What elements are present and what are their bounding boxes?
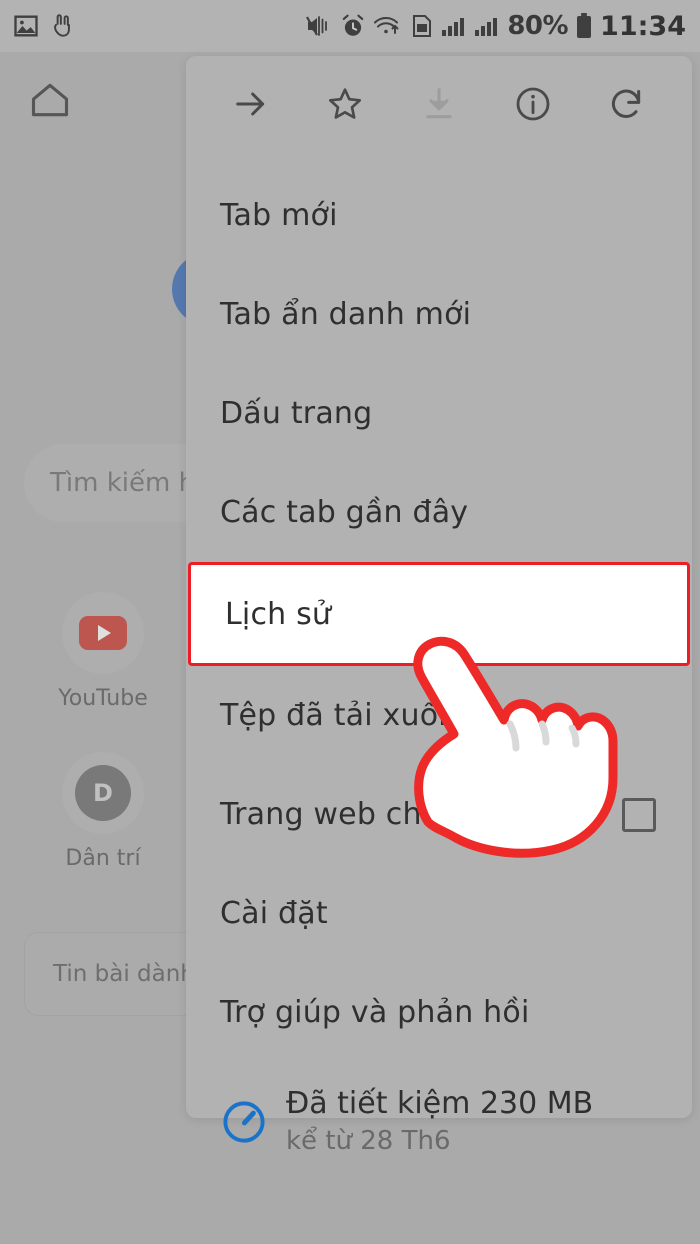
- menu-item-bookmarks[interactable]: Dấu trang: [186, 364, 692, 463]
- menu-item-desktop-site[interactable]: Trang web cho má: [186, 765, 692, 864]
- data-saver-text: Đã tiết kiệm 230 MB kể từ 28 Th6: [286, 1085, 593, 1158]
- menu-item-label: Các tab gần đây: [220, 495, 469, 530]
- battery-icon: [575, 12, 593, 40]
- menu-item-history[interactable]: Lịch sử: [188, 562, 690, 666]
- data-saver-subtitle: kể từ 28 Th6: [286, 1125, 451, 1156]
- menu-item-label: Tab ẩn danh mới: [220, 297, 472, 332]
- mute-vibrate-icon: [305, 13, 333, 39]
- menu-item-recent-tabs[interactable]: Các tab gần đây: [186, 463, 692, 562]
- reload-icon: [607, 84, 647, 128]
- image-icon: [12, 12, 40, 40]
- battery-percent-label: 80%: [507, 11, 569, 41]
- signal-bars-1-icon: [441, 13, 467, 39]
- data-saver-title: Đã tiết kiệm 230 MB: [286, 1086, 594, 1122]
- menu-item-label: Dấu trang: [220, 396, 373, 431]
- menu-item-data-saver[interactable]: Đã tiết kiệm 230 MB kể từ 28 Th6: [186, 1062, 692, 1182]
- download-page-button: [392, 56, 486, 156]
- menu-item-new-incognito-tab[interactable]: Tab ẩn danh mới: [186, 265, 692, 364]
- menu-item-downloads[interactable]: Tệp đã tải xuống: [186, 666, 692, 765]
- bookmark-button[interactable]: [298, 56, 392, 156]
- menu-icon-row: [186, 56, 692, 156]
- menu-item-label: Tab mới: [220, 198, 338, 233]
- star-bookmark-icon: [325, 84, 365, 128]
- menu-item-list: Tab mới Tab ẩn danh mới Dấu trang Các ta…: [186, 156, 692, 1182]
- reload-button[interactable]: [580, 56, 674, 156]
- info-circle-icon: [513, 84, 553, 128]
- forward-button[interactable]: [204, 56, 298, 156]
- sim-card-icon: [410, 13, 434, 39]
- menu-item-label: Cài đặt: [220, 896, 328, 931]
- status-bar: 80% 11:34: [0, 0, 700, 52]
- clock-label: 11:34: [600, 10, 686, 42]
- status-bar-right: 80% 11:34: [305, 11, 686, 42]
- menu-item-label: Trợ giúp và phản hồi: [220, 995, 530, 1030]
- browser-overflow-menu: Tab mới Tab ẩn danh mới Dấu trang Các ta…: [186, 56, 692, 1156]
- alarm-icon: [340, 13, 366, 39]
- menu-item-label: Lịch sử: [225, 596, 332, 632]
- signal-bars-2-icon: [474, 13, 500, 39]
- menu-item-settings[interactable]: Cài đặt: [186, 864, 692, 963]
- menu-item-label: Tệp đã tải xuống: [220, 698, 477, 733]
- page-info-button[interactable]: [486, 56, 580, 156]
- menu-item-help-feedback[interactable]: Trợ giúp và phản hồi: [186, 963, 692, 1062]
- forward-arrow-icon: [231, 84, 271, 128]
- status-bar-left: [12, 12, 76, 40]
- download-icon: [420, 85, 458, 127]
- menu-item-new-tab[interactable]: Tab mới: [186, 166, 692, 265]
- menu-item-label: Trang web cho má: [220, 797, 499, 832]
- desktop-site-checkbox[interactable]: [622, 797, 656, 832]
- speedometer-icon: [210, 1096, 278, 1148]
- peace-hand-icon: [50, 12, 76, 40]
- wifi-transfer-icon: [373, 13, 403, 39]
